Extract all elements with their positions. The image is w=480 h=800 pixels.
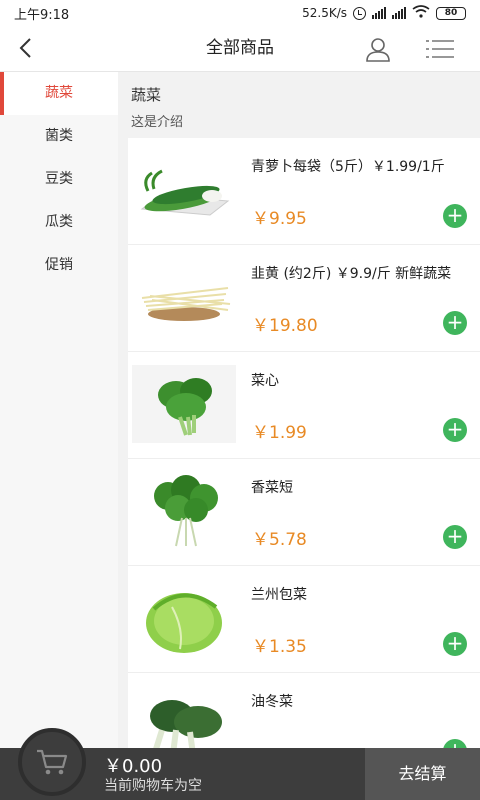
product-image-bokchoy[interactable] — [132, 686, 236, 748]
category-sidebar: 蔬菜 菌类 豆类 瓜类 促销 — [0, 72, 118, 748]
product-price: ￥1.99 — [252, 423, 307, 443]
alarm-icon — [353, 6, 366, 20]
section-header: 蔬菜 这是介绍 — [118, 72, 480, 138]
wifi-icon — [412, 5, 430, 21]
add-to-cart-button[interactable]: + — [443, 525, 467, 549]
product-image-cilantro[interactable] — [132, 472, 236, 550]
product-image-chives[interactable] — [132, 258, 236, 336]
sidebar-item-mushrooms[interactable]: 菌类 — [0, 115, 118, 158]
network-speed: 52.5K/s — [302, 6, 347, 20]
product-price: ￥1.35 — [252, 637, 307, 657]
section-description: 这是介绍 — [131, 115, 184, 130]
sidebar-item-melons[interactable]: 瓜类 — [0, 201, 118, 244]
product-image-cabbage[interactable] — [132, 579, 236, 657]
menu-icon[interactable] — [424, 35, 456, 63]
product-image-radish[interactable] — [132, 151, 236, 229]
product-card[interactable]: 韭黄 (约2斤) ￥9.9/斤 新鲜蔬菜 ￥19.80 + — [128, 245, 480, 352]
product-image-choy[interactable] — [132, 365, 236, 443]
cart-status: 当前购物车为空 — [104, 778, 202, 794]
sidebar-item-promotions[interactable]: 促销 — [0, 244, 118, 287]
signal-icon — [392, 7, 406, 19]
product-name: 菜心 — [251, 373, 279, 389]
add-to-cart-button[interactable]: + — [443, 204, 467, 228]
product-card[interactable]: 香菜短 ￥5.78 + — [128, 459, 480, 566]
product-name: 青萝卜每袋（5斤）￥1.99/1斤 — [251, 159, 445, 175]
product-card[interactable]: 兰州包菜 ￥1.35 + — [128, 566, 480, 673]
cart-icon[interactable] — [18, 728, 86, 796]
product-name: 韭黄 (约2斤) ￥9.9/斤 新鲜蔬菜 — [251, 266, 452, 282]
product-name: 兰州包菜 — [251, 587, 307, 603]
checkout-button[interactable]: 去结算 — [365, 748, 480, 800]
product-name: 油冬菜 — [251, 694, 293, 710]
status-icons: 52.5K/s 80 — [302, 5, 466, 21]
battery-icon: 80 — [436, 6, 466, 20]
product-price: ￥5.78 — [252, 530, 307, 550]
add-to-cart-button[interactable]: + — [443, 632, 467, 656]
status-bar: 上午9:18 52.5K/s 80 — [0, 0, 480, 26]
app-header: 全部商品 — [0, 26, 480, 72]
back-icon[interactable] — [14, 36, 38, 60]
product-list[interactable]: 蔬菜 这是介绍 青萝卜每袋（5斤）￥1.99/1斤 ￥9.95 + 韭黄 (约2… — [118, 72, 480, 748]
section-title: 蔬菜 — [131, 86, 162, 104]
user-icon[interactable] — [364, 35, 392, 63]
product-name: 香菜短 — [251, 480, 293, 496]
status-time: 上午9:18 — [14, 7, 70, 23]
product-card[interactable]: 油冬菜 + — [128, 673, 480, 748]
sidebar-item-beans[interactable]: 豆类 — [0, 158, 118, 201]
product-price: ￥9.95 — [252, 209, 307, 229]
add-to-cart-button[interactable]: + — [443, 311, 467, 335]
signal-icon — [372, 7, 386, 19]
product-card[interactable]: 菜心 ￥1.99 + — [128, 352, 480, 459]
page-title: 全部商品 — [206, 38, 274, 58]
sidebar-item-vegetables[interactable]: 蔬菜 — [0, 72, 118, 115]
add-to-cart-button[interactable]: + — [443, 739, 467, 748]
product-card[interactable]: 青萝卜每袋（5斤）￥1.99/1斤 ￥9.95 + — [128, 138, 480, 245]
product-price: ￥19.80 — [252, 316, 318, 336]
cart-bar: ￥0.00 当前购物车为空 去结算 — [0, 728, 480, 800]
add-to-cart-button[interactable]: + — [443, 418, 467, 442]
